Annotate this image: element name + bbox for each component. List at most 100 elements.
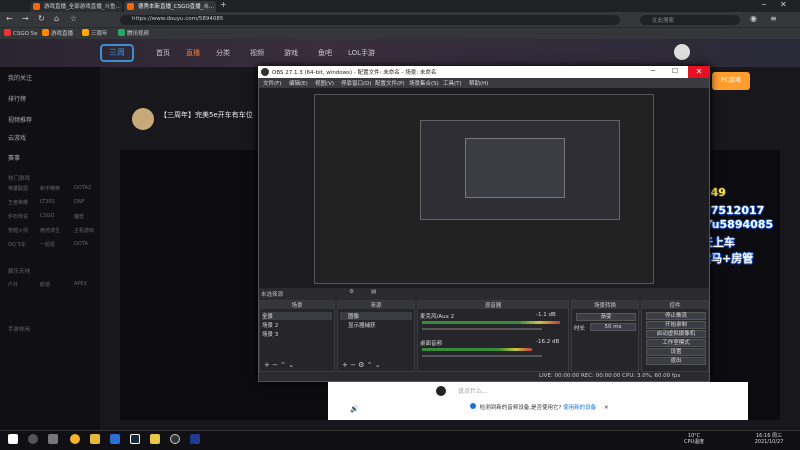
star-icon[interactable]: ☆ [70, 14, 77, 23]
sidebar-game[interactable]: 主机游戏 [74, 227, 94, 234]
sidebar-game[interactable]: QQ飞车 [8, 241, 26, 248]
sidebar-game[interactable]: DOTA [74, 241, 88, 247]
obs-menu-item[interactable]: 编辑(E) [289, 79, 308, 87]
nav-item-active[interactable]: 直播 [186, 48, 200, 58]
promo-badge[interactable]: PC游戏 [712, 72, 750, 90]
obs-maximize-icon[interactable]: ☐ [668, 66, 682, 78]
sidebar-game[interactable]: 穿越火线 [8, 227, 28, 234]
sidebar-game[interactable]: 魔兽 [74, 213, 84, 220]
tab-1[interactable]: 德秀本新直播_CSGO直播_斗... [124, 1, 216, 12]
steam-icon[interactable] [130, 434, 140, 444]
url-bar[interactable]: https://www.douyu.com/5894085 [120, 14, 620, 25]
source-item[interactable]: 显示器捕获 [340, 321, 376, 329]
search-icon[interactable] [28, 434, 38, 444]
obs-taskbar-icon[interactable] [170, 434, 180, 444]
weather-widget[interactable]: 10°C CPU温度 [684, 433, 704, 445]
obs-menu-item[interactable]: 帮助(H) [469, 79, 488, 87]
sidebar-game[interactable]: 一起看 [40, 241, 55, 248]
sidebar-item[interactable]: 云游戏 [8, 133, 26, 142]
streamer-avatar[interactable] [132, 108, 154, 130]
sidebar-game[interactable]: DOTA2 [74, 185, 91, 191]
bookmark-item[interactable]: 腾讯视频 [118, 29, 149, 37]
scene-item[interactable]: 场景 2 [262, 321, 278, 329]
bookmark-item[interactable]: CSGO 5e [4, 29, 38, 37]
volume-icon[interactable]: 🔊 [350, 405, 359, 413]
tab-0[interactable]: 游戏直播_全部游戏直播_斗鱼... [30, 1, 122, 12]
home-icon[interactable]: ⌂ [54, 14, 59, 23]
obs-minimize-icon[interactable]: ─ [646, 66, 660, 78]
extension-icon[interactable]: ◉ [750, 14, 757, 23]
studio-mode-button[interactable]: 工作室模式 [646, 339, 706, 347]
obs-menu-item[interactable]: 视图(V) [315, 79, 334, 87]
obs-menu-item[interactable]: 文件(F) [263, 79, 281, 87]
sidebar-game[interactable]: LT3RS [40, 199, 55, 205]
scene-item[interactable]: 全景 [262, 312, 332, 320]
scenes-dock: 场景 全景 场景 2 场景 3 + − ⌃ ⌄ [259, 300, 335, 372]
site-logo[interactable]: 三周 [100, 44, 134, 62]
sidebar-game[interactable]: DNF [74, 199, 84, 205]
sidebar-item[interactable]: 排行榜 [8, 94, 26, 103]
properties-icon[interactable]: ⚙ [349, 289, 354, 295]
minimize-icon[interactable]: ─ [762, 1, 766, 9]
menu-icon[interactable]: ≡ [770, 14, 777, 23]
source-item[interactable]: 图像 [340, 312, 412, 320]
stop-streaming-button[interactable]: 停止推流 [646, 312, 706, 320]
filters-icon[interactable]: ▤ [371, 289, 376, 295]
bookmark-item[interactable]: 三周年 [82, 29, 108, 37]
obs-menu-item[interactable]: 工具(T) [443, 79, 462, 87]
chat-input[interactable]: 说点什么... [458, 386, 678, 396]
bookmark-item[interactable]: 游戏直播 [42, 29, 73, 37]
obs-menu-item[interactable]: 停靠窗口(D) [341, 79, 372, 87]
obs-menu-item[interactable]: 配置文件(P) [375, 79, 405, 87]
start-icon[interactable] [8, 434, 18, 444]
sidebar-game[interactable]: 绝地求生 [40, 227, 60, 234]
sidebar-item[interactable]: 视频推荐 [8, 115, 32, 124]
volume-slider[interactable] [422, 355, 542, 357]
sidebar-game[interactable]: 炉石传说 [8, 213, 28, 220]
browser-search-input[interactable]: 在此搜索 [640, 14, 740, 25]
add-source-icon[interactable]: + − ⚙ ⌃ ⌄ [342, 361, 381, 369]
nav-item[interactable]: 首页 [156, 48, 170, 58]
sidebar-game[interactable]: APEX [74, 281, 87, 287]
obs-close-button[interactable]: ✕ [688, 66, 710, 78]
sidebar-item[interactable]: 赛事 [8, 153, 20, 162]
start-recording-button[interactable]: 开始录制 [646, 321, 706, 329]
app-icon[interactable] [110, 434, 120, 444]
nav-item[interactable]: 鱼吧 [318, 48, 332, 58]
nav-item[interactable]: 视频 [250, 48, 264, 58]
use-new-device-link[interactable]: 使用新的设备 [563, 405, 596, 411]
nav-item[interactable]: 游戏 [284, 48, 298, 58]
sidebar-game[interactable]: 和平精英 [40, 185, 60, 192]
transition-select[interactable]: 渐变 [576, 313, 636, 321]
nav-item[interactable]: LOL手游 [348, 48, 375, 58]
add-scene-icon[interactable]: + − ⌃ ⌄ [264, 361, 294, 369]
taskbar-clock[interactable]: 16:16 周三 2021/10/27 [744, 433, 794, 445]
sidebar-game[interactable]: 王者荣耀 [8, 199, 28, 206]
app-icon[interactable] [190, 434, 200, 444]
reload-icon[interactable]: ↻ [38, 14, 45, 23]
emoji-icon[interactable] [436, 386, 446, 396]
exit-button[interactable]: 退出 [646, 357, 706, 365]
file-explorer-icon[interactable] [90, 434, 100, 444]
forward-icon[interactable]: → [22, 14, 29, 23]
settings-button[interactable]: 设置 [646, 348, 706, 356]
nav-item[interactable]: 分类 [216, 48, 230, 58]
duration-input[interactable]: 50 ms [590, 323, 636, 331]
volume-slider[interactable] [422, 328, 542, 330]
obs-menu-item[interactable]: 场景集合(S) [409, 79, 439, 87]
sidebar-game[interactable]: 户外 [8, 281, 18, 288]
app-icon[interactable] [150, 434, 160, 444]
chrome-icon[interactable] [70, 434, 80, 444]
virtual-camera-button[interactable]: 启动虚拟摄像机 [646, 330, 706, 338]
close-notification-icon[interactable]: ✕ [604, 405, 609, 411]
close-window-icon[interactable]: ✕ [780, 0, 787, 9]
sidebar-game[interactable]: 英雄联盟 [8, 185, 28, 192]
new-tab-button[interactable]: + [220, 0, 227, 9]
sidebar-game[interactable]: 颜值 [40, 281, 50, 288]
sidebar-item[interactable]: 我的关注 [8, 73, 32, 82]
back-icon[interactable]: ← [6, 14, 13, 23]
sidebar-game[interactable]: CSGO [40, 213, 54, 219]
avatar[interactable] [674, 44, 690, 60]
scene-item[interactable]: 场景 3 [262, 330, 278, 338]
task-view-icon[interactable] [48, 434, 58, 444]
